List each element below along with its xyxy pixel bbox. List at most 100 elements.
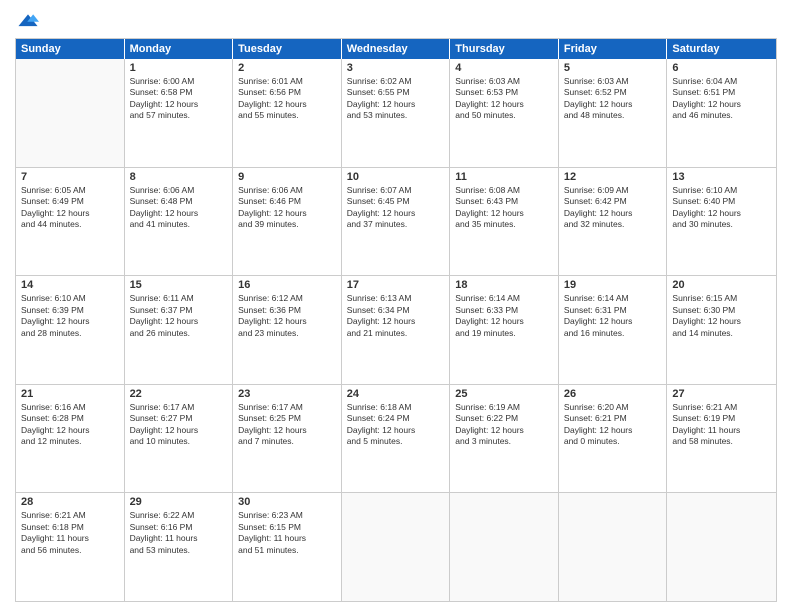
day-number: 10: [347, 171, 445, 183]
weekday-header-saturday: Saturday: [667, 39, 776, 59]
day-info: Sunrise: 6:00 AM Sunset: 6:58 PM Dayligh…: [130, 76, 228, 122]
day-info: Sunrise: 6:16 AM Sunset: 6:28 PM Dayligh…: [21, 402, 119, 448]
day-cell-2: 2 Sunrise: 6:01 AM Sunset: 6:56 PM Daylig…: [233, 59, 342, 167]
day-info: Sunrise: 6:06 AM Sunset: 6:48 PM Dayligh…: [130, 185, 228, 231]
day-info: Sunrise: 6:14 AM Sunset: 6:33 PM Dayligh…: [455, 293, 553, 339]
day-info: Sunrise: 6:21 AM Sunset: 6:18 PM Dayligh…: [21, 510, 119, 556]
day-cell-10: 10 Sunrise: 6:07 AM Sunset: 6:45 PM Dayli…: [342, 168, 451, 276]
day-number: 20: [672, 279, 771, 291]
weekday-header-sunday: Sunday: [16, 39, 125, 59]
weekday-header-tuesday: Tuesday: [233, 39, 342, 59]
day-cell-20: 20 Sunrise: 6:15 AM Sunset: 6:30 PM Dayli…: [667, 276, 776, 384]
day-number: 17: [347, 279, 445, 291]
day-cell-15: 15 Sunrise: 6:11 AM Sunset: 6:37 PM Dayli…: [125, 276, 234, 384]
day-info: Sunrise: 6:03 AM Sunset: 6:52 PM Dayligh…: [564, 76, 662, 122]
empty-cell: [450, 493, 559, 601]
day-info: Sunrise: 6:11 AM Sunset: 6:37 PM Dayligh…: [130, 293, 228, 339]
day-info: Sunrise: 6:23 AM Sunset: 6:15 PM Dayligh…: [238, 510, 336, 556]
day-info: Sunrise: 6:04 AM Sunset: 6:51 PM Dayligh…: [672, 76, 771, 122]
day-info: Sunrise: 6:01 AM Sunset: 6:56 PM Dayligh…: [238, 76, 336, 122]
day-cell-7: 7 Sunrise: 6:05 AM Sunset: 6:49 PM Daylig…: [16, 168, 125, 276]
day-cell-26: 26Sunrise: 6:20 AM Sunset: 6:21 PM Dayli…: [559, 385, 668, 493]
calendar-row-2: 14Sunrise: 6:10 AM Sunset: 6:39 PM Dayli…: [16, 276, 776, 385]
day-number: 21: [21, 388, 119, 400]
day-number: 2: [238, 62, 336, 74]
day-number: 3: [347, 62, 445, 74]
day-cell-27: 27Sunrise: 6:21 AM Sunset: 6:19 PM Dayli…: [667, 385, 776, 493]
day-number: 15: [130, 279, 228, 291]
day-cell-29: 29Sunrise: 6:22 AM Sunset: 6:16 PM Dayli…: [125, 493, 234, 601]
weekday-header-friday: Friday: [559, 39, 668, 59]
day-info: Sunrise: 6:15 AM Sunset: 6:30 PM Dayligh…: [672, 293, 771, 339]
day-number: 19: [564, 279, 662, 291]
empty-cell: [667, 493, 776, 601]
day-cell-19: 19 Sunrise: 6:14 AM Sunset: 6:31 PM Dayli…: [559, 276, 668, 384]
day-number: 25: [455, 388, 553, 400]
day-cell-6: 6 Sunrise: 6:04 AM Sunset: 6:51 PM Daylig…: [667, 59, 776, 167]
weekday-header-monday: Monday: [125, 39, 234, 59]
day-cell-12: 12Sunrise: 6:09 AM Sunset: 6:42 PM Dayli…: [559, 168, 668, 276]
day-cell-4: 4Sunrise: 6:03 AM Sunset: 6:53 PM Daylig…: [450, 59, 559, 167]
calendar-row-3: 21 Sunrise: 6:16 AM Sunset: 6:28 PM Dayli…: [16, 385, 776, 494]
weekday-header-wednesday: Wednesday: [342, 39, 451, 59]
day-number: 12: [564, 171, 662, 183]
day-cell-24: 24Sunrise: 6:18 AM Sunset: 6:24 PM Dayli…: [342, 385, 451, 493]
calendar-row-1: 7 Sunrise: 6:05 AM Sunset: 6:49 PM Daylig…: [16, 168, 776, 277]
calendar: SundayMondayTuesdayWednesdayThursdayFrid…: [15, 38, 777, 602]
day-info: Sunrise: 6:19 AM Sunset: 6:22 PM Dayligh…: [455, 402, 553, 448]
empty-cell: [16, 59, 125, 167]
day-cell-21: 21 Sunrise: 6:16 AM Sunset: 6:28 PM Dayli…: [16, 385, 125, 493]
day-number: 22: [130, 388, 228, 400]
day-info: Sunrise: 6:17 AM Sunset: 6:27 PM Dayligh…: [130, 402, 228, 448]
day-cell-17: 17Sunrise: 6:13 AM Sunset: 6:34 PM Dayli…: [342, 276, 451, 384]
day-number: 11: [455, 171, 553, 183]
logo: [15, 10, 39, 32]
day-info: Sunrise: 6:06 AM Sunset: 6:46 PM Dayligh…: [238, 185, 336, 231]
day-cell-9: 9 Sunrise: 6:06 AM Sunset: 6:46 PM Daylig…: [233, 168, 342, 276]
day-info: Sunrise: 6:12 AM Sunset: 6:36 PM Dayligh…: [238, 293, 336, 339]
day-cell-25: 25 Sunrise: 6:19 AM Sunset: 6:22 PM Dayli…: [450, 385, 559, 493]
day-number: 27: [672, 388, 771, 400]
day-number: 29: [130, 496, 228, 508]
day-cell-14: 14Sunrise: 6:10 AM Sunset: 6:39 PM Dayli…: [16, 276, 125, 384]
day-info: Sunrise: 6:07 AM Sunset: 6:45 PM Dayligh…: [347, 185, 445, 231]
empty-cell: [342, 493, 451, 601]
logo-general: [15, 10, 39, 32]
day-cell-8: 8Sunrise: 6:06 AM Sunset: 6:48 PM Daylig…: [125, 168, 234, 276]
header: [15, 10, 777, 32]
day-number: 13: [672, 171, 771, 183]
day-number: 18: [455, 279, 553, 291]
day-cell-5: 5 Sunrise: 6:03 AM Sunset: 6:52 PM Daylig…: [559, 59, 668, 167]
day-info: Sunrise: 6:05 AM Sunset: 6:49 PM Dayligh…: [21, 185, 119, 231]
page: SundayMondayTuesdayWednesdayThursdayFrid…: [0, 0, 792, 612]
day-cell-1: 1 Sunrise: 6:00 AM Sunset: 6:58 PM Daylig…: [125, 59, 234, 167]
day-cell-23: 23Sunrise: 6:17 AM Sunset: 6:25 PM Dayli…: [233, 385, 342, 493]
day-number: 28: [21, 496, 119, 508]
day-number: 9: [238, 171, 336, 183]
day-info: Sunrise: 6:17 AM Sunset: 6:25 PM Dayligh…: [238, 402, 336, 448]
day-cell-11: 11 Sunrise: 6:08 AM Sunset: 6:43 PM Dayli…: [450, 168, 559, 276]
day-info: Sunrise: 6:14 AM Sunset: 6:31 PM Dayligh…: [564, 293, 662, 339]
day-info: Sunrise: 6:02 AM Sunset: 6:55 PM Dayligh…: [347, 76, 445, 122]
calendar-header: SundayMondayTuesdayWednesdayThursdayFrid…: [16, 39, 776, 59]
day-number: 4: [455, 62, 553, 74]
day-info: Sunrise: 6:10 AM Sunset: 6:40 PM Dayligh…: [672, 185, 771, 231]
day-number: 6: [672, 62, 771, 74]
day-number: 7: [21, 171, 119, 183]
day-cell-3: 3 Sunrise: 6:02 AM Sunset: 6:55 PM Daylig…: [342, 59, 451, 167]
day-cell-16: 16 Sunrise: 6:12 AM Sunset: 6:36 PM Dayli…: [233, 276, 342, 384]
day-number: 24: [347, 388, 445, 400]
calendar-row-0: 1 Sunrise: 6:00 AM Sunset: 6:58 PM Daylig…: [16, 59, 776, 168]
weekday-header-thursday: Thursday: [450, 39, 559, 59]
day-number: 16: [238, 279, 336, 291]
day-number: 5: [564, 62, 662, 74]
day-cell-28: 28 Sunrise: 6:21 AM Sunset: 6:18 PM Dayli…: [16, 493, 125, 601]
day-info: Sunrise: 6:10 AM Sunset: 6:39 PM Dayligh…: [21, 293, 119, 339]
day-number: 1: [130, 62, 228, 74]
empty-cell: [559, 493, 668, 601]
day-info: Sunrise: 6:08 AM Sunset: 6:43 PM Dayligh…: [455, 185, 553, 231]
day-cell-18: 18 Sunrise: 6:14 AM Sunset: 6:33 PM Dayli…: [450, 276, 559, 384]
calendar-row-4: 28 Sunrise: 6:21 AM Sunset: 6:18 PM Dayli…: [16, 493, 776, 601]
day-cell-13: 13 Sunrise: 6:10 AM Sunset: 6:40 PM Dayli…: [667, 168, 776, 276]
day-number: 26: [564, 388, 662, 400]
